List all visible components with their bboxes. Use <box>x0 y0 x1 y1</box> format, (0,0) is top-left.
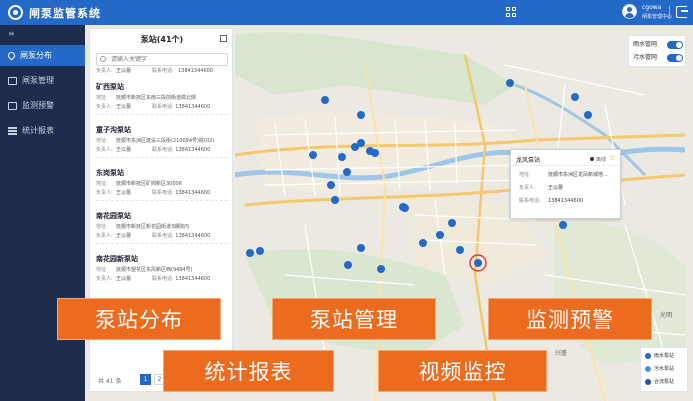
sidebar-item-label: 监测预警 <box>22 101 54 110</box>
panel-title: 泵站(41个) <box>140 35 184 44</box>
map-place-label: 兴盛 <box>555 349 567 357</box>
popup-title: 龙凤泵站 <box>516 157 541 164</box>
popup-status: 离线 <box>590 156 606 163</box>
station-marker <box>401 204 409 212</box>
layer-toggle-row: 雨水管网 <box>633 39 685 51</box>
app-title: 闸泵监管系统 <box>29 7 101 20</box>
station-marker <box>571 93 579 101</box>
map-place-label: 光明 <box>660 311 672 319</box>
feature-label-video: 视频监控 <box>378 350 547 392</box>
station-name: 南花园新泵站 <box>96 255 138 263</box>
sidebar-item-monitoring[interactable]: 监测预警 <box>0 95 85 116</box>
selected-station-marker[interactable] <box>474 259 482 267</box>
map-legend: 雨水泵站 污水泵站 合流泵站 <box>640 347 688 392</box>
user-name: cgowa <box>642 4 662 11</box>
logout-icon[interactable] <box>676 6 688 18</box>
header-divider <box>669 6 670 18</box>
popup-divider <box>511 165 620 166</box>
list-item[interactable]: 东岗泵站 地址: 抚顺市新抚区矿岗新区30006 负责人: 王以蕾 联系电话: 138… <box>96 167 228 201</box>
station-name: 东岗泵站 <box>96 169 124 177</box>
feature-label-reports: 统计报表 <box>163 350 334 392</box>
popup-row: 地址: 抚顺市东洲区龙凤新城地... <box>519 172 608 178</box>
feature-label-distribution: 泵站分布 <box>57 298 221 340</box>
star-icon[interactable]: ☆ <box>609 153 616 162</box>
chart-icon <box>8 126 17 135</box>
station-marker <box>256 247 264 255</box>
station-marker <box>419 239 427 247</box>
sidebar-item-label: 闸泵管理 <box>22 76 54 85</box>
layer-toggle-row: 污水管网 <box>633 52 685 64</box>
station-marker <box>321 96 329 104</box>
list-item[interactable]: 童子沟泵站 地址: 抚顺市东洲区建设三段街(210094号)院(02) 负责人: 王… <box>96 124 228 158</box>
legend-item: 污水泵站 <box>645 364 674 375</box>
rain-station-icon <box>645 352 651 359</box>
station-marker <box>584 111 592 119</box>
sewage-pipe-toggle[interactable] <box>667 54 683 62</box>
search-input[interactable] <box>96 53 228 66</box>
feature-label-monitoring: 监测预警 <box>488 298 652 340</box>
station-marker <box>371 149 379 157</box>
layer-toggle-panel: 雨水管网 污水管网 <box>628 35 686 67</box>
sidebar-item-management[interactable]: 闸泵管理 <box>0 70 85 91</box>
menu-collapse-icon[interactable]: ≡ <box>8 29 15 38</box>
list-item[interactable]: 矿西泵站 地址: 抚顺市新抚区东南三段前街道院北侧 负责人: 王以蕾 联系电话: 13… <box>96 81 228 115</box>
apps-grid-icon[interactable] <box>506 7 516 17</box>
station-marker <box>456 246 464 254</box>
station-name: 矿西泵站 <box>96 83 124 91</box>
station-marker <box>448 219 456 227</box>
station-name: 童子沟泵站 <box>96 126 131 134</box>
station-marker <box>309 151 317 159</box>
station-marker <box>338 153 346 161</box>
station-marker <box>357 244 365 252</box>
station-marker <box>506 79 514 87</box>
app-logo <box>8 5 23 20</box>
user-avatar[interactable] <box>622 4 637 19</box>
sidebar-item-label: 闸泵分布 <box>20 51 52 60</box>
user-dept: 闸泵管理中心 <box>642 14 673 20</box>
legend-item: 雨水泵站 <box>645 351 674 362</box>
layer-label: 污水管网 <box>633 54 658 61</box>
pin-icon <box>6 50 17 61</box>
pagination-total: 共 41 条 <box>98 378 122 385</box>
popup-row: 联系电话: 13841344600 <box>519 198 583 204</box>
search-icon <box>100 56 106 62</box>
sidebar-item-label: 统计报表 <box>22 126 54 135</box>
station-marker <box>436 231 444 239</box>
station-name: 南花园泵站 <box>96 212 131 220</box>
popup-row: 负责人: 王以蕾 <box>519 185 564 191</box>
sewage-station-icon <box>645 365 651 372</box>
sidebar: ≡ 闸泵分布 闸泵管理 监测预警 统计报表 <box>0 25 85 401</box>
list-item[interactable]: 南花园泵站 地址: 抚顺市新抚区新花园街道3期院内 负责人: 王以蕾 联系电话: 13… <box>96 210 228 244</box>
station-marker <box>331 196 339 204</box>
feature-label-management: 泵站管理 <box>272 298 436 340</box>
sidebar-item-distribution[interactable]: 闸泵分布 <box>0 45 85 66</box>
station-marker <box>357 139 365 147</box>
legend-item: 合流泵站 <box>645 377 674 388</box>
station-marker <box>357 111 365 119</box>
station-popup: 龙凤泵站 离线 ☆ 地址: 抚顺市东洲区龙凤新城地... 负责人: 王以蕾 联系电话… <box>510 149 621 219</box>
layer-label: 雨水管网 <box>633 41 658 48</box>
station-marker <box>327 181 335 189</box>
bell-icon <box>8 101 17 110</box>
station-marker <box>559 221 567 229</box>
rain-pipe-toggle[interactable] <box>667 41 683 49</box>
page-button[interactable]: 1 <box>140 374 151 385</box>
station-marker <box>343 168 351 176</box>
top-header: 闸泵监管系统 cgowa 闸泵管理中心 <box>0 0 693 25</box>
station-marker <box>344 261 352 269</box>
sidebar-item-reports[interactable]: 统计报表 <box>0 120 85 141</box>
combined-station-icon <box>645 378 651 385</box>
expand-icon[interactable] <box>220 35 227 42</box>
station-marker <box>246 249 254 257</box>
gear-icon <box>8 76 17 85</box>
station-marker <box>377 265 385 273</box>
list-item[interactable]: 负责人: 王以蕾 联系电话: 13841344600 <box>96 67 228 76</box>
list-item[interactable]: 南花园新泵站 地址: 抚顺市望花区东风新区西(9494号) 负责人: 王以蕾 联系电话… <box>96 253 228 284</box>
